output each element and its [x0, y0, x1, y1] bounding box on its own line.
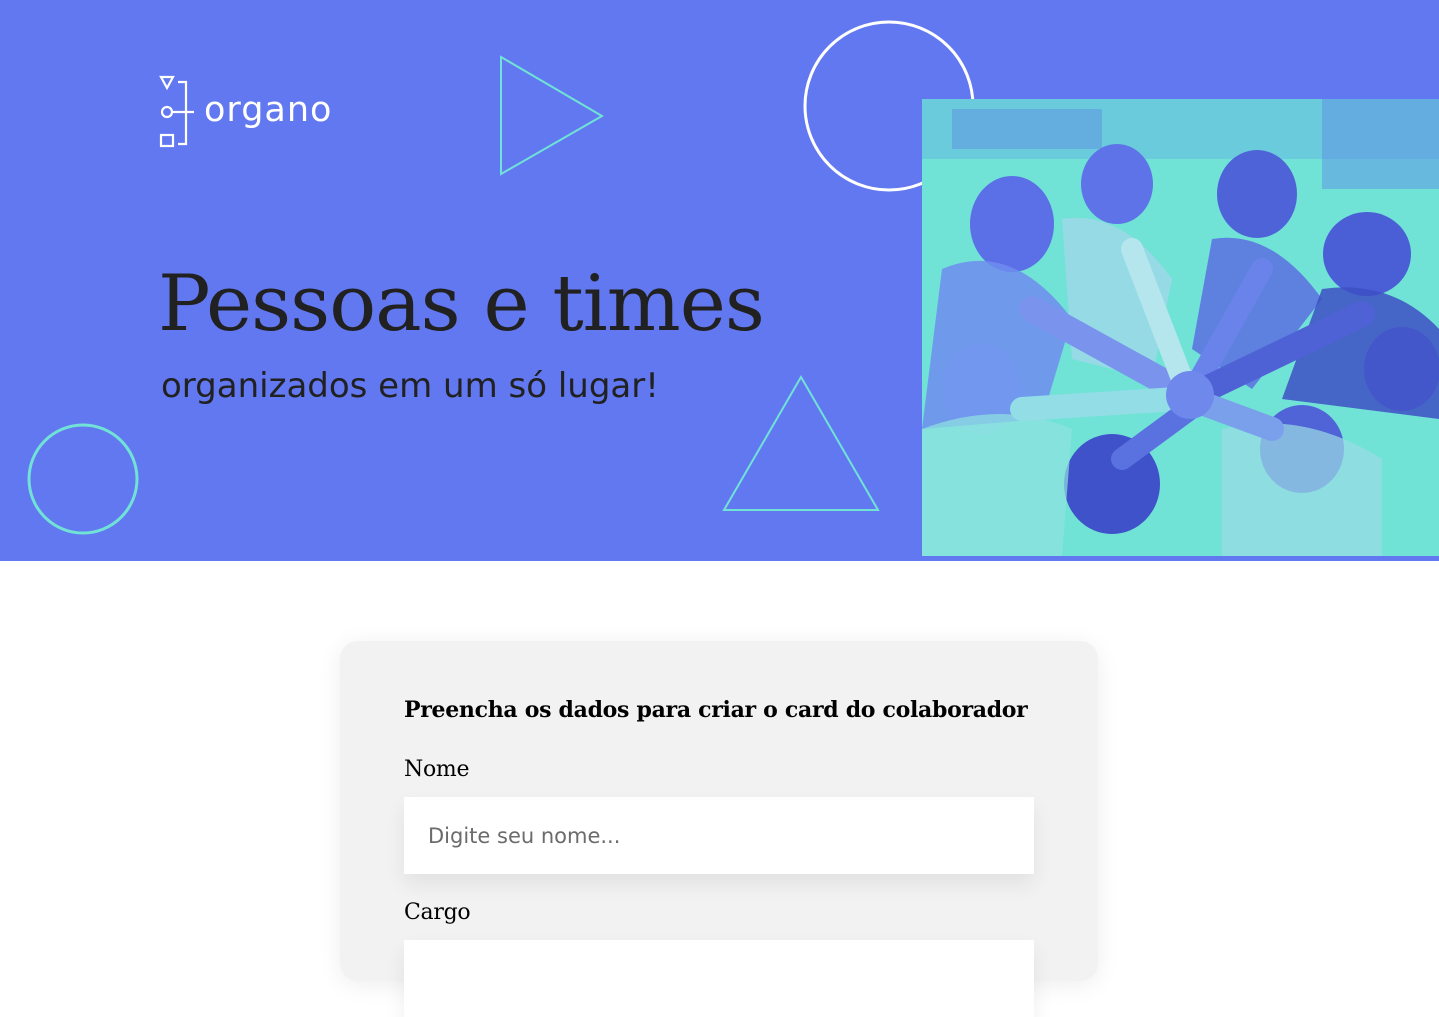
role-input[interactable] [404, 940, 1034, 1017]
banner: organo Pessoas e times organizados em um… [0, 0, 1439, 561]
hero-subtitle: organizados em um só lugar! [161, 366, 659, 406]
logo[interactable]: organo [158, 74, 332, 150]
collaborator-form-card: Preencha os dados para criar o card do c… [340, 641, 1098, 1017]
team-hands-together-photo [922, 99, 1439, 556]
role-label: Cargo [404, 900, 471, 925]
name-label: Nome [404, 757, 470, 782]
brand-name: organo [204, 89, 333, 130]
circle-outline-icon [27, 423, 139, 535]
triangle-outline-icon [722, 375, 880, 511]
team-photo-illustration [922, 99, 1439, 556]
form-heading: Preencha os dados para criar o card do c… [404, 697, 1028, 723]
name-input[interactable] [404, 797, 1034, 874]
organo-logo-icon [159, 75, 194, 148]
hero-title: Pessoas e times [158, 259, 765, 349]
triangle-outline-icon [500, 55, 604, 176]
